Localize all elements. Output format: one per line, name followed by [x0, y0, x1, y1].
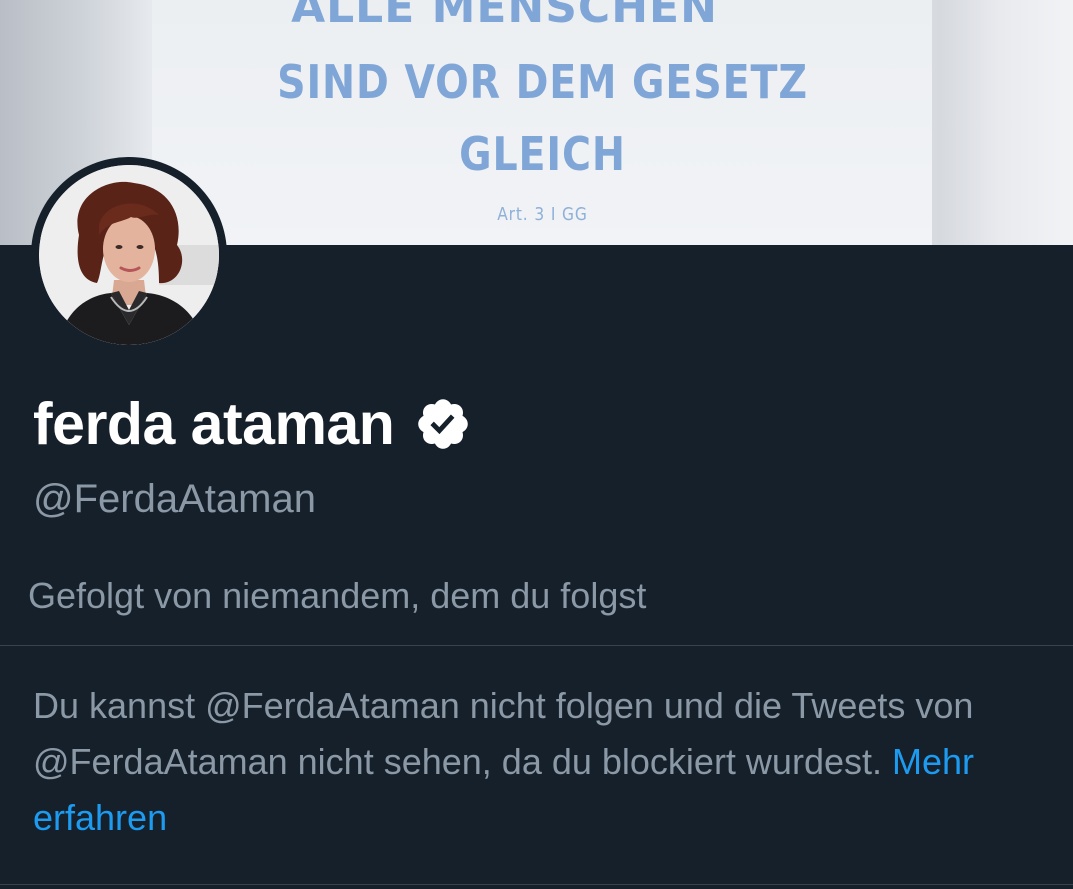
avatar-photo	[39, 165, 219, 345]
portrait-image	[39, 165, 219, 345]
blocked-notice: Du kannst @FerdaAtaman nicht folgen und …	[33, 678, 1033, 846]
banner-text-line-3: GLEICH	[459, 127, 626, 181]
profile-name-row: ferda ataman	[33, 390, 472, 458]
section-divider	[0, 645, 1073, 646]
bottom-divider	[0, 884, 1073, 885]
blocked-notice-text: Du kannst @FerdaAtaman nicht folgen und …	[33, 685, 974, 782]
profile-page: ALLE MENSCHEN SIND VOR DEM GESETZ GLEICH…	[0, 0, 1073, 889]
banner-text-line-2: SIND VOR DEM GESETZ	[277, 55, 808, 109]
banner-text-line-1: ALLE MENSCHEN	[291, 0, 718, 33]
display-name: ferda ataman	[33, 391, 395, 457]
verified-badge-icon[interactable]	[414, 395, 472, 453]
followed-by-text: Gefolgt von niemandem, dem du folgst	[28, 575, 647, 616]
avatar[interactable]	[31, 157, 227, 353]
profile-handle: @FerdaAtaman	[33, 477, 316, 521]
